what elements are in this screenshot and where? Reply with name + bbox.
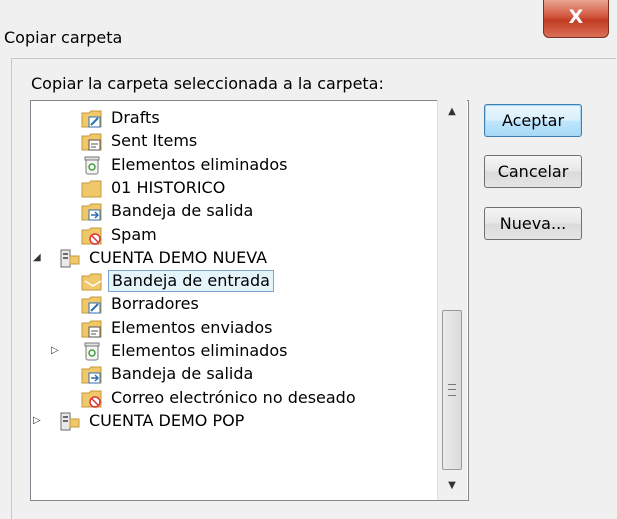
close-icon: X	[568, 6, 584, 28]
sent-folder-icon	[81, 133, 102, 151]
new-folder-button[interactable]: Nueva...	[484, 207, 582, 240]
expand-arrow-icon[interactable]: ▷	[51, 340, 61, 362]
tree-item-label: Spam	[111, 224, 157, 244]
close-button[interactable]: X	[543, 0, 609, 38]
sent-folder-icon	[81, 320, 102, 338]
scroll-down-icon[interactable]: ▼	[438, 474, 466, 498]
expand-arrow-icon[interactable]: ▷	[33, 410, 43, 432]
junk-folder-icon	[81, 390, 102, 408]
tree-item-label: Bandeja de entrada	[108, 270, 274, 293]
accept-button[interactable]: Aceptar	[484, 104, 582, 137]
account-icon	[60, 412, 80, 431]
trash-icon	[84, 342, 100, 361]
outbox-folder-icon	[81, 203, 102, 221]
tree-item-label: Elementos eliminados	[111, 154, 288, 174]
prompt-label: Copiar la carpeta seleccionada a la carp…	[31, 74, 384, 93]
tree-item-label: Sent Items	[111, 131, 198, 151]
cancel-button[interactable]: Cancelar	[484, 155, 582, 188]
tree-item-label: Elementos enviados	[111, 317, 273, 337]
copy-folder-dialog: Copiar carpeta X Copiar la carpeta selec…	[0, 0, 617, 519]
folder-tree[interactable]: Drafts Sent Items Elementos eliminados 01 H…	[30, 100, 469, 501]
tree-item-label: CUENTA DEMO NUEVA	[89, 247, 268, 267]
tree-scrollbar[interactable]: ▲ ▼	[437, 100, 467, 500]
tree-item-label: Borradores	[111, 294, 199, 314]
drafts-folder-icon	[81, 110, 102, 128]
junk-folder-icon	[81, 227, 102, 245]
dialog-title: Copiar carpeta	[4, 28, 123, 47]
drafts-folder-icon	[81, 296, 102, 314]
tree-item-label: Drafts	[111, 108, 160, 127]
folder-icon	[81, 180, 102, 198]
tree-item-label: CUENTA DEMO POP	[89, 410, 245, 430]
inbox-folder-icon	[81, 273, 102, 291]
scroll-up-icon[interactable]: ▲	[438, 100, 466, 124]
tree-item-label: Bandeja de salida	[111, 364, 254, 384]
tree-item-label: Elementos eliminados	[111, 341, 288, 360]
scroll-thumb[interactable]	[442, 310, 462, 470]
account-icon	[60, 249, 80, 268]
collapse-arrow-icon[interactable]: ◢	[33, 247, 43, 269]
trash-icon	[84, 156, 100, 175]
tree-item-label: Bandeja de salida	[111, 201, 254, 221]
grip-icon	[448, 384, 456, 396]
tree-item-label: Correo electrónico no deseado	[111, 387, 356, 407]
tree-item-label: 01 HISTORICO	[111, 177, 226, 197]
title-bar: Copiar carpeta X	[0, 0, 617, 55]
outbox-folder-icon	[81, 366, 102, 384]
